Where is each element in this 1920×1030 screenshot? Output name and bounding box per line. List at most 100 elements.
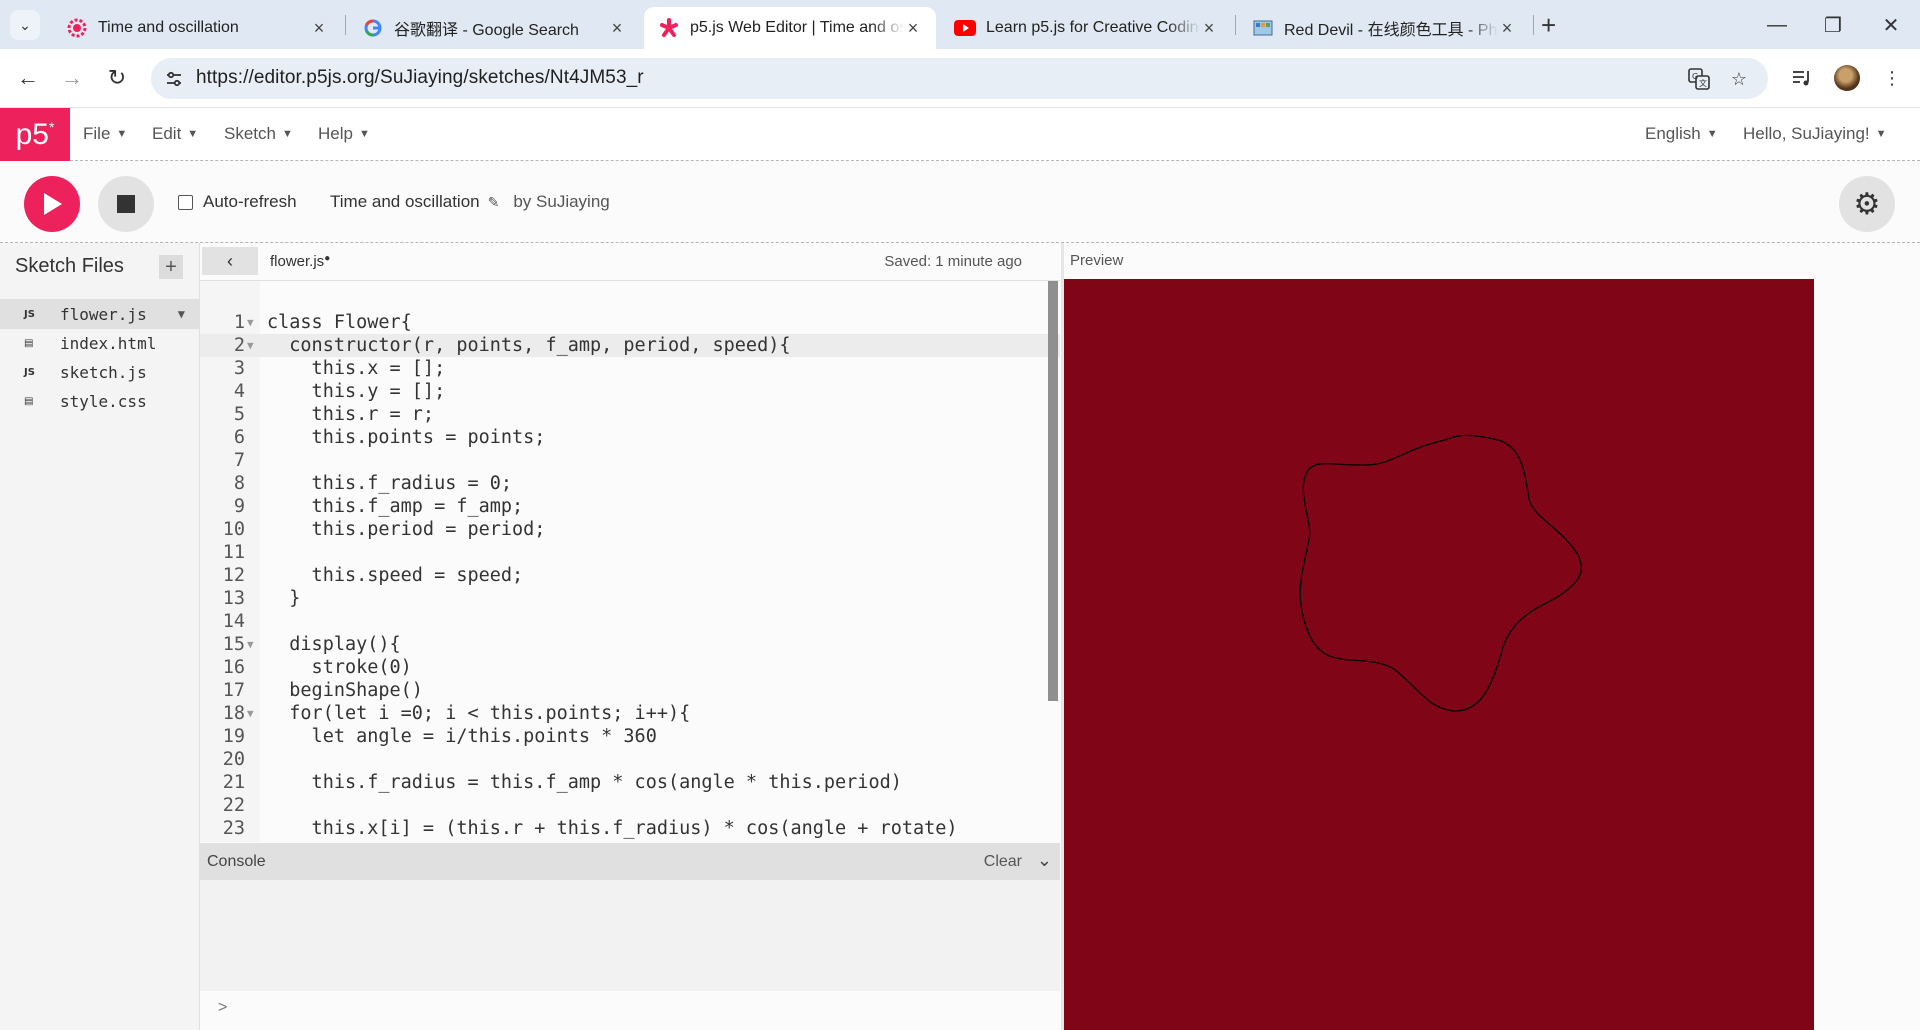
menu-file[interactable]: File ▼	[83, 124, 127, 144]
menu-sketch[interactable]: Sketch ▼	[224, 124, 293, 144]
tab-title: Red Devil - 在线颜色工具 - Photokit	[1284, 22, 1498, 39]
auto-refresh-toggle[interactable]: Auto-refresh	[178, 192, 297, 212]
unsaved-indicator: ●	[324, 253, 331, 264]
code-line[interactable]: 3 this.x = [];	[200, 357, 1060, 380]
fold-arrow-icon[interactable]: ▼	[247, 633, 254, 656]
editor-scrollbar[interactable]	[1048, 281, 1058, 701]
collapse-sidebar-button[interactable]: ‹	[202, 247, 258, 275]
chevron-down-icon[interactable]: ⌄	[1037, 850, 1052, 871]
code-line[interactable]: 21 this.f_radius = this.f_amp * cos(angl…	[200, 771, 1060, 794]
code-line[interactable]: 11	[200, 541, 1060, 564]
translate-icon[interactable]: G文	[1687, 67, 1711, 91]
auto-refresh-label: Auto-refresh	[203, 192, 297, 211]
code-line[interactable]: 5 this.r = r;	[200, 403, 1060, 426]
bookmark-star-icon[interactable]: ☆	[1727, 67, 1751, 91]
user-menu[interactable]: Hello, SuJiaying! ▼	[1743, 124, 1887, 144]
site-info-icon[interactable]	[163, 68, 185, 90]
close-icon[interactable]: ×	[608, 18, 626, 39]
sketch-name-text[interactable]: Time and oscillation	[330, 192, 480, 212]
code-line[interactable]: 7	[200, 449, 1060, 472]
fold-arrow-icon[interactable]: ▼	[247, 334, 254, 357]
code-line[interactable]: 4 this.y = [];	[200, 380, 1060, 403]
file-item-index-html[interactable]: ▤ index.html	[0, 328, 199, 358]
language-menu[interactable]: English ▼	[1645, 124, 1718, 144]
code-line[interactable]: 6 this.points = points;	[200, 426, 1060, 449]
code-line[interactable]: 2 ▼ constructor(r, points, f_amp, period,…	[200, 334, 1060, 357]
media-control-icon[interactable]	[1788, 64, 1816, 92]
p5-logo[interactable]: p5 *	[0, 108, 70, 161]
code-line[interactable]: 9 this.f_amp = f_amp;	[200, 495, 1060, 518]
fold-arrow-icon[interactable]: ▼	[247, 311, 254, 334]
code-line[interactable]: 1 ▼ class Flower{	[200, 311, 1060, 334]
line-number: 3	[233, 358, 245, 379]
fold-arrow-icon[interactable]: ▼	[247, 702, 254, 725]
code-line[interactable]: 16 stroke(0)	[200, 656, 1060, 679]
code-line[interactable]: 15 ▼ display(){	[200, 633, 1060, 656]
preview-canvas[interactable]	[1064, 279, 1814, 1030]
menu-help[interactable]: Help ▼	[318, 124, 370, 144]
code-text: this.points = points;	[267, 427, 546, 448]
file-name: index.html	[60, 333, 157, 353]
file-options-caret-icon[interactable]: ▼	[178, 307, 185, 321]
code-editor[interactable]: 1 ▼ class Flower{ 2 ▼ constructor(r, points…	[200, 280, 1060, 842]
stop-button[interactable]	[98, 176, 154, 232]
browser-tab-4[interactable]: Red Devil - 在线颜色工具 - Photokit ×	[1238, 7, 1530, 49]
sketch-files-sidebar: Sketch Files + JS flower.js ▼ ▤ index.ht…	[0, 243, 200, 1030]
close-icon[interactable]: ×	[1200, 18, 1218, 39]
close-icon[interactable]: ×	[904, 18, 922, 39]
browser-tab-3[interactable]: Learn p5.js for Creative Coding ×	[940, 7, 1232, 49]
arrow-right-icon: →	[61, 65, 83, 90]
file-item-flower-js[interactable]: JS flower.js ▼	[0, 299, 199, 329]
sketch-title[interactable]: Time and oscillation ✎ by SuJiaying	[330, 192, 610, 212]
code-line[interactable]: 14	[200, 610, 1060, 633]
code-line[interactable]: 13 }	[200, 587, 1060, 610]
browser-tab-1[interactable]: 谷歌翻译 - Google Search ×	[348, 7, 640, 49]
forward-button[interactable]: →	[57, 63, 87, 93]
close-icon[interactable]: ×	[1498, 18, 1516, 39]
url-text[interactable]: https://editor.p5js.org/SuJiaying/sketch…	[196, 67, 644, 89]
auto-refresh-checkbox[interactable]	[178, 194, 193, 210]
close-icon[interactable]: ×	[310, 18, 328, 39]
new-tab-button[interactable]: +	[1541, 10, 1556, 40]
reload-button[interactable]: ↻	[102, 63, 132, 93]
add-file-button[interactable]: +	[159, 255, 183, 279]
settings-button[interactable]: ⚙	[1839, 176, 1895, 232]
menu-edit[interactable]: Edit ▼	[152, 124, 198, 144]
pencil-icon[interactable]: ✎	[488, 194, 500, 211]
line-number: 16	[222, 657, 245, 678]
code-text: beginShape()	[267, 680, 423, 701]
code-line[interactable]: 12 this.speed = speed;	[200, 564, 1060, 587]
omnibox[interactable]: https://editor.p5js.org/SuJiaying/sketch…	[151, 58, 1768, 99]
plus-icon: +	[1541, 10, 1557, 40]
code-line[interactable]: 17 beginShape()	[200, 679, 1060, 702]
restore-button[interactable]: ❐	[1808, 8, 1858, 42]
code-line[interactable]: 10 this.period = period;	[200, 518, 1060, 541]
code-line[interactable]: 23 this.x[i] = (this.r + this.f_radius) …	[200, 817, 1060, 840]
back-button[interactable]: ←	[13, 63, 43, 93]
more-menu-icon[interactable]: ⋮	[1878, 64, 1906, 92]
browser-tab-2[interactable]: p5.js Web Editor | Time and oscillation …	[644, 7, 936, 49]
tab-search-button[interactable]: ⌄	[10, 10, 40, 40]
profile-avatar[interactable]	[1834, 65, 1860, 91]
console-input[interactable]: >	[200, 991, 1060, 1030]
minimize-icon: —	[1767, 13, 1787, 36]
code-line[interactable]: 22	[200, 794, 1060, 817]
code-line[interactable]: 18 ▼ for(let i =0; i < this.points; i++){	[200, 702, 1060, 725]
code-line[interactable]: 20	[200, 748, 1060, 771]
minimize-button[interactable]: —	[1752, 8, 1802, 42]
open-file-tab[interactable]: flower.js●	[270, 253, 330, 270]
code-text: this.r = r;	[267, 404, 435, 425]
user-greeting: Hello, SuJiaying!	[1743, 124, 1870, 143]
console-clear-button[interactable]: Clear	[984, 853, 1022, 871]
file-item-style-css[interactable]: ▤ style.css	[0, 386, 199, 416]
play-button[interactable]	[24, 176, 80, 232]
line-number: 18	[222, 703, 245, 724]
code-line[interactable]: 8 this.f_radius = 0;	[200, 472, 1060, 495]
browser-tab-0[interactable]: Time and oscillation ×	[52, 7, 342, 49]
file-item-sketch-js[interactable]: JS sketch.js	[0, 357, 199, 387]
line-number: 10	[222, 519, 245, 540]
close-window-button[interactable]: ✕	[1866, 8, 1916, 42]
code-lines[interactable]: 1 ▼ class Flower{ 2 ▼ constructor(r, points…	[200, 311, 1060, 840]
line-number: 11	[222, 542, 245, 563]
code-line[interactable]: 19 let angle = i/this.points * 360	[200, 725, 1060, 748]
